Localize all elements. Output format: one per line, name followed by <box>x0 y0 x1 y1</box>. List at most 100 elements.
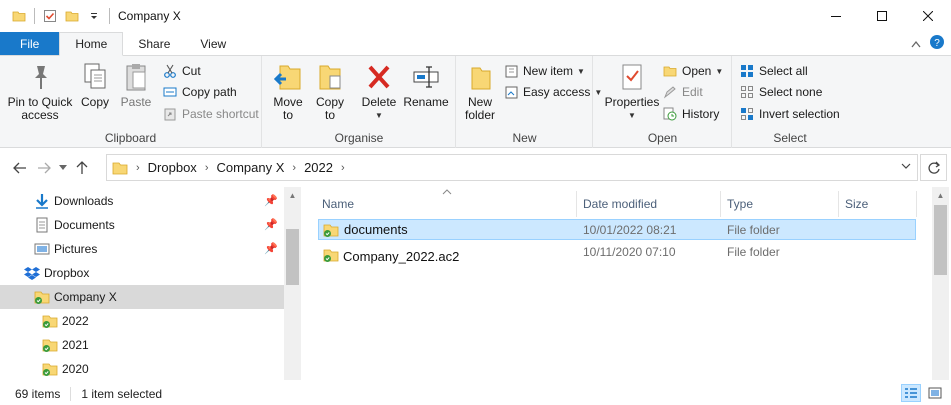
synced-folder-icon <box>42 337 58 353</box>
back-arrow-icon[interactable] <box>8 156 32 180</box>
collapse-ribbon-icon[interactable] <box>911 37 921 51</box>
select-none-icon <box>739 84 755 100</box>
copy-to-button[interactable]: Copy to <box>311 60 349 122</box>
large-icons-view-icon[interactable] <box>925 384 945 402</box>
breadcrumb-separator-icon[interactable]: › <box>203 162 211 174</box>
copy-icon <box>79 60 111 94</box>
new-folder-icon <box>464 60 496 94</box>
easy-access-icon <box>503 84 519 100</box>
view-switcher <box>901 384 945 402</box>
nav-item-2021[interactable]: 2021 <box>0 333 284 357</box>
nav-item-2022[interactable]: 2022 <box>0 309 284 333</box>
folder-icon[interactable] <box>8 5 30 27</box>
edit-button[interactable]: Edit <box>662 82 703 102</box>
new-folder-icon[interactable] <box>61 5 83 27</box>
ribbon: Pin to Quick access Copy Paste Cut Copy … <box>0 56 951 148</box>
pin-to-quick-access-button[interactable]: Pin to Quick access <box>6 60 74 122</box>
divider <box>34 8 35 24</box>
nav-scrollbar[interactable]: ▲ <box>284 187 301 380</box>
column-header-size[interactable]: Size <box>839 191 917 217</box>
nav-item-downloads[interactable]: Downloads 📌 <box>0 189 284 213</box>
copy-button[interactable]: Copy <box>76 60 114 109</box>
select-none-button[interactable]: Select none <box>739 82 822 102</box>
close-icon[interactable] <box>905 0 951 32</box>
nav-item-2020[interactable]: 2020 <box>0 357 284 381</box>
forward-arrow-icon[interactable] <box>32 156 56 180</box>
select-all-button[interactable]: Select all <box>739 61 808 81</box>
history-button[interactable]: History <box>662 104 719 124</box>
breadcrumb-dropbox[interactable]: Dropbox <box>142 160 203 175</box>
file-row[interactable]: Company_2022.ac2 10/11/2020 07:10 File f… <box>318 242 916 264</box>
open-group: Properties ▼ Open ▼ Edit History Open <box>594 56 732 148</box>
delete-button[interactable]: Delete ▼ <box>359 60 399 122</box>
open-button[interactable]: Open ▼ <box>662 61 723 81</box>
nav-item-company-x[interactable]: Company X <box>0 285 284 309</box>
properties-check-icon[interactable] <box>39 5 61 27</box>
refresh-icon[interactable] <box>920 154 947 181</box>
address-bar[interactable]: › Dropbox › Company X › 2022 › <box>106 154 918 181</box>
nav-item-pictures[interactable]: Pictures 📌 <box>0 237 284 261</box>
nav-item-dropbox[interactable]: Dropbox <box>0 261 284 285</box>
document-icon <box>34 217 50 233</box>
dropbox-icon <box>24 265 40 281</box>
new-item-button[interactable]: New item ▼ <box>503 61 585 81</box>
scroll-up-icon[interactable]: ▲ <box>932 187 949 203</box>
window-controls <box>813 0 951 32</box>
tab-view[interactable]: View <box>185 32 241 55</box>
column-header-name[interactable]: Name <box>316 191 577 217</box>
pin-icon[interactable]: 📌 <box>264 242 278 255</box>
customize-qat-icon[interactable] <box>83 5 105 27</box>
recent-locations-icon[interactable] <box>56 156 70 180</box>
address-history-chevron-icon[interactable] <box>901 161 911 172</box>
cut-button[interactable]: Cut <box>162 61 201 81</box>
rename-button[interactable]: Rename <box>403 60 449 109</box>
pin-icon[interactable]: 📌 <box>264 194 278 207</box>
move-to-icon <box>272 60 304 94</box>
copy-path-button[interactable]: Copy path <box>162 82 237 102</box>
file-list-scrollbar[interactable]: ▲ <box>932 187 949 380</box>
minimize-icon[interactable] <box>813 0 859 32</box>
column-header-type[interactable]: Type <box>721 191 839 217</box>
paste-icon <box>120 60 152 94</box>
tab-home[interactable]: Home <box>59 32 124 56</box>
new-folder-button[interactable]: New folder <box>461 60 499 122</box>
scroll-up-icon[interactable]: ▲ <box>284 187 301 203</box>
up-arrow-icon[interactable] <box>70 156 94 180</box>
svg-text:?: ? <box>934 38 940 49</box>
new-group: New folder New item ▼ Easy access ▼ New <box>457 56 602 148</box>
column-header-date[interactable]: Date modified <box>577 191 721 217</box>
pictures-icon <box>34 241 50 257</box>
breadcrumb-2022[interactable]: 2022 <box>298 160 339 175</box>
selection-count: 1 item selected <box>70 386 162 401</box>
properties-button[interactable]: Properties ▼ <box>604 60 660 122</box>
tab-file[interactable]: File <box>0 32 60 55</box>
file-row[interactable]: documents 10/01/2022 08:21 File folder <box>318 219 916 240</box>
pin-icon[interactable]: 📌 <box>264 218 278 231</box>
help-icon[interactable]: ? <box>929 34 945 53</box>
rename-icon <box>410 60 442 94</box>
paste-button[interactable]: Paste <box>116 60 156 109</box>
nav-item-documents[interactable]: Documents 📌 <box>0 213 284 237</box>
divider <box>109 8 110 24</box>
details-view-icon[interactable] <box>901 384 921 402</box>
chevron-down-icon: ▼ <box>577 66 585 76</box>
breadcrumb-company-x[interactable]: Company X <box>210 160 290 175</box>
paste-shortcut-button[interactable]: Paste shortcut <box>162 104 259 124</box>
chevron-down-icon: ▼ <box>715 66 724 76</box>
invert-selection-icon <box>739 106 755 122</box>
move-to-button[interactable]: Move to <box>269 60 307 122</box>
breadcrumb-separator-icon[interactable]: › <box>339 162 347 174</box>
file-name: Company_2022.ac2 <box>343 249 460 264</box>
breadcrumb-separator-icon[interactable]: › <box>290 162 298 174</box>
nav-scrollbar-thumb[interactable] <box>286 229 299 285</box>
breadcrumb-separator-icon[interactable]: › <box>134 162 142 174</box>
easy-access-button[interactable]: Easy access ▼ <box>503 82 602 102</box>
window-title: Company X <box>118 9 181 23</box>
file-list-scrollbar-thumb[interactable] <box>934 205 947 275</box>
synced-folder-icon <box>42 313 58 329</box>
ribbon-controls: ? <box>911 32 951 55</box>
open-group-label: Open <box>647 131 678 145</box>
tab-share[interactable]: Share <box>123 32 185 55</box>
invert-selection-button[interactable]: Invert selection <box>739 104 840 124</box>
maximize-icon[interactable] <box>859 0 905 32</box>
